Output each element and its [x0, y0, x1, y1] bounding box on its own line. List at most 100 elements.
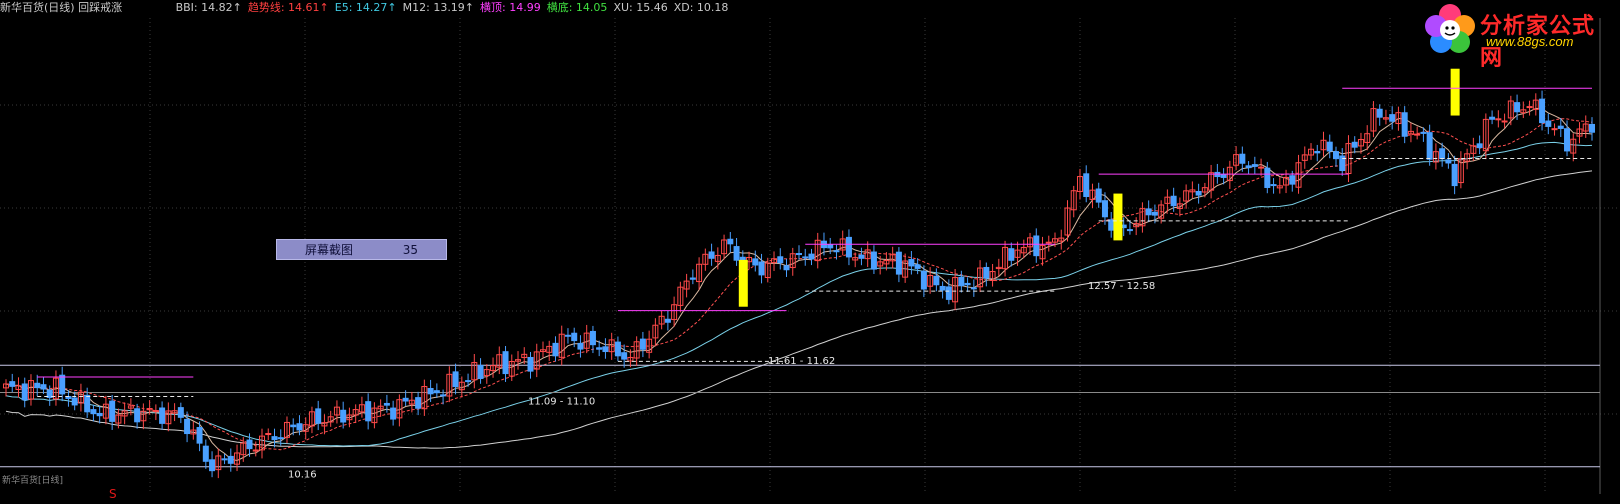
candle [708, 251, 715, 259]
candle [689, 277, 696, 280]
candle [390, 407, 397, 420]
candle [477, 364, 484, 379]
candle [9, 381, 16, 387]
candle [340, 409, 347, 423]
candle [1401, 112, 1408, 137]
candle [752, 258, 759, 266]
candle [733, 246, 740, 261]
candle [589, 330, 596, 346]
candle [552, 342, 559, 357]
candle [1170, 195, 1177, 207]
candle [1389, 114, 1396, 122]
candle [858, 254, 865, 259]
candle [564, 334, 571, 337]
candle [209, 459, 216, 472]
candle [184, 418, 191, 435]
candle [1239, 153, 1246, 164]
candle [639, 338, 646, 350]
candle [465, 380, 472, 383]
candle [1351, 141, 1358, 148]
candle [958, 276, 965, 287]
candle [1083, 173, 1090, 198]
candle [870, 251, 877, 270]
candle [1376, 108, 1383, 118]
candle [159, 407, 166, 424]
candle [1426, 132, 1433, 160]
candle [296, 423, 303, 431]
candle [246, 439, 253, 450]
candle [914, 264, 921, 269]
candle [227, 455, 234, 464]
candle [433, 390, 440, 394]
candle [1551, 128, 1558, 131]
candle [895, 251, 902, 275]
candle [1045, 241, 1052, 244]
candle [1539, 98, 1546, 124]
candle [221, 458, 228, 461]
e5-line [5, 141, 1593, 447]
price-annotation: 11.61 - 11.62 [768, 356, 835, 367]
candlestick-chart: 10.16 11.09 - 11.10 11.61 - 11.62 12.57 - 1… [0, 18, 1620, 494]
candle [1033, 235, 1040, 257]
candle [1195, 190, 1202, 196]
candle [1557, 125, 1564, 129]
logo-url-text: www.88gs.com [1486, 34, 1574, 49]
price-annotation: 10.16 [288, 470, 317, 481]
candle [440, 394, 447, 397]
candle [59, 374, 66, 395]
candle [383, 402, 390, 406]
candle [621, 352, 628, 360]
candle [614, 341, 621, 357]
candle [402, 397, 409, 402]
candle [727, 238, 734, 245]
candle [933, 275, 940, 286]
candle [265, 433, 272, 436]
site-logo[interactable]: 分析家公式网 www.88gs.com [1420, 2, 1616, 71]
candle [502, 351, 509, 375]
candle [827, 244, 834, 249]
screenshot-count: 35 [402, 243, 418, 257]
candle [939, 285, 946, 291]
candle [1151, 211, 1158, 216]
candle [602, 346, 609, 353]
candle [596, 347, 603, 350]
candle [21, 383, 28, 401]
candle [1258, 166, 1265, 169]
candle [1314, 150, 1321, 154]
candle [109, 400, 116, 422]
candle [970, 287, 977, 290]
candle [1332, 151, 1339, 160]
candle [202, 445, 209, 462]
candle [1420, 131, 1427, 134]
candle [1245, 165, 1252, 169]
candle [1489, 116, 1496, 120]
candle [277, 437, 284, 440]
candle [664, 318, 671, 323]
bbi-line [5, 107, 1593, 462]
candle [1264, 167, 1271, 188]
signal-bar [1113, 193, 1123, 241]
candle [1251, 164, 1258, 167]
candle [152, 410, 159, 413]
candle [452, 371, 459, 388]
candle [1414, 133, 1421, 136]
candle [96, 412, 103, 417]
candle [1589, 123, 1595, 133]
candle [1439, 148, 1446, 160]
signal-bar [1450, 68, 1460, 116]
candle [758, 261, 765, 276]
candle [1451, 163, 1458, 187]
candle [290, 424, 297, 428]
candle [845, 236, 852, 258]
price-annotation: 11.09 - 11.10 [528, 396, 595, 407]
trend-line [5, 118, 1593, 451]
candle [808, 253, 815, 260]
candle [1145, 208, 1152, 216]
candle [1289, 175, 1296, 185]
candle [196, 427, 203, 444]
bottom-left-label: 新华百货[日线] [2, 476, 64, 486]
screenshot-count-box[interactable]: 屏幕截图 35 [276, 239, 447, 260]
signal-bar [738, 259, 748, 307]
candle [1008, 248, 1015, 261]
candle [1270, 184, 1277, 187]
